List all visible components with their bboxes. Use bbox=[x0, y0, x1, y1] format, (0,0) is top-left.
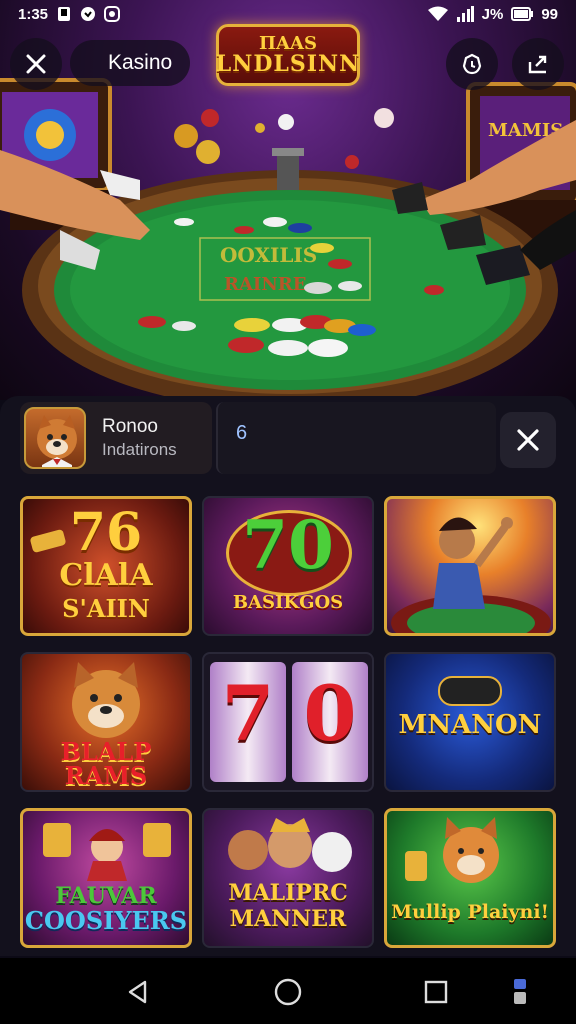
signal-icon bbox=[456, 6, 474, 22]
timer-icon bbox=[462, 53, 482, 75]
game-tile-3[interactable] bbox=[384, 496, 556, 636]
share-icon bbox=[528, 55, 547, 74]
casino-logo: ΠAAS LNDLSINN bbox=[216, 24, 360, 86]
avatar bbox=[24, 407, 86, 469]
game-tile-5-reel-2: 0 bbox=[303, 669, 357, 758]
accessibility-button[interactable] bbox=[498, 970, 542, 1014]
player-subtitle: Indatirons bbox=[102, 440, 177, 459]
accessibility-icon bbox=[514, 979, 526, 1004]
close-icon bbox=[26, 54, 46, 74]
logo-line2: LNDLSINN bbox=[215, 51, 361, 77]
back-icon bbox=[128, 980, 147, 1004]
close-panel-button[interactable] bbox=[500, 412, 556, 468]
system-navigation-bar bbox=[0, 958, 576, 1024]
app-notification-icon bbox=[104, 6, 121, 22]
share-button[interactable] bbox=[512, 38, 564, 90]
page-title: Kasino bbox=[70, 40, 191, 86]
game-tile-1[interactable]: 76 ClAlA S'AIIN bbox=[20, 496, 192, 636]
game-tile-8-title: MALIPRC bbox=[228, 880, 348, 906]
battery-percent-text: J% bbox=[481, 5, 504, 23]
game-tile-2-title: 70 bbox=[242, 506, 334, 584]
game-tile-9-title: Mullip Plaiyni! bbox=[391, 901, 549, 923]
game-tile-4-title: BLALP RAMS bbox=[60, 737, 152, 790]
game-tile-5[interactable]: 7 0 bbox=[202, 652, 374, 792]
game-tile-4[interactable]: BLALP RAMS bbox=[20, 652, 192, 792]
svg-text:OOXILIS: OOXILIS bbox=[220, 243, 317, 267]
counter-box: 6 bbox=[216, 402, 496, 474]
recents-icon bbox=[424, 980, 448, 1004]
back-button[interactable] bbox=[116, 970, 160, 1014]
game-tile-7-subtitle: COOSIYERS bbox=[24, 906, 188, 935]
top-bar: Kasino ΠAAS LNDLSINN bbox=[0, 24, 576, 90]
hero-poker-table-scene: MAMIS OOXILIS RAINRE Kasino ΠAAS LNDLSIN… bbox=[0, 0, 576, 400]
svg-text:RAINRE: RAINRE bbox=[224, 274, 306, 295]
player-name: Ronoo bbox=[102, 416, 158, 437]
game-tile-7-title: FAUVAR bbox=[55, 883, 157, 909]
close-icon bbox=[517, 429, 539, 451]
game-tile-7[interactable]: FAUVAR COOSIYERS bbox=[20, 808, 192, 948]
game-tile-5-reel-1: 7 bbox=[221, 669, 275, 758]
notification-icon bbox=[58, 7, 71, 21]
game-tile-8-subtitle: MANNER bbox=[229, 906, 347, 932]
game-tile-1-title: 76 bbox=[69, 502, 143, 563]
counter-value: 6 bbox=[236, 422, 248, 444]
timer-button[interactable] bbox=[446, 38, 498, 90]
battery-icon bbox=[511, 7, 534, 21]
game-tile-2-subtitle: BASIKGOS bbox=[232, 592, 344, 613]
close-button[interactable] bbox=[10, 38, 62, 90]
home-button[interactable] bbox=[266, 970, 310, 1014]
game-panel: Ronoo Indatirons 6 76 ClAlA S'AIIN 70 BA… bbox=[0, 396, 576, 956]
shield-icon bbox=[81, 7, 96, 21]
home-icon bbox=[274, 978, 302, 1006]
game-tile-6[interactable]: MNANON bbox=[384, 652, 556, 792]
game-tile-6-title: MNANON bbox=[398, 710, 542, 740]
game-tile-1-subtitle: ClAlA bbox=[59, 558, 153, 593]
casino-app-screen: MAMIS OOXILIS RAINRE Kasino ΠAAS LNDLSIN… bbox=[0, 0, 576, 1024]
status-time: 1:35 bbox=[18, 5, 49, 23]
game-tile-1-caption: S'AIIN bbox=[62, 594, 150, 623]
status-bar: 1:35 J% 99 bbox=[0, 0, 576, 28]
game-tile-8[interactable]: MALIPRC MANNER bbox=[202, 808, 374, 948]
wifi-icon bbox=[427, 6, 448, 21]
game-tile-9[interactable]: Mullip Plaiyni! bbox=[384, 808, 556, 948]
player-profile-card[interactable]: Ronoo Indatirons bbox=[20, 402, 212, 474]
game-tile-2[interactable]: 70 BASIKGOS bbox=[202, 496, 374, 636]
panel-header: Ronoo Indatirons 6 bbox=[20, 402, 556, 474]
page-title-text: Kasino bbox=[108, 51, 173, 74]
recents-button[interactable] bbox=[414, 970, 458, 1014]
battery-level-text: 99 bbox=[541, 5, 558, 23]
